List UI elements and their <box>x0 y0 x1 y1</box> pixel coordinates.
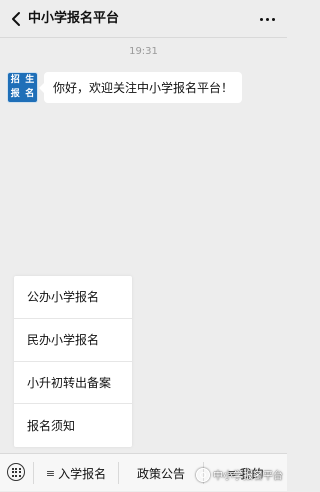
more-dots-icon[interactable] <box>255 6 279 32</box>
message-bubble[interactable]: 你好，欢迎关注中小学报名平台！ <box>38 72 243 103</box>
chat-title: 中小学报名平台 <box>28 11 120 26</box>
avatar-char: 生 <box>25 74 35 85</box>
chat-header: 中小学报名平台 <box>0 0 287 38</box>
submenu-item-enrollment-notice[interactable]: 报名须知 <box>14 404 132 447</box>
submenu-popup: 公办小学报名 民办小学报名 小升初转出备案 报名须知 <box>14 276 132 447</box>
message-timestamp: 19:31 <box>129 46 158 57</box>
submenu-item-private-primary[interactable]: 民办小学报名 <box>14 319 132 362</box>
submenu-item-transfer-record[interactable]: 小升初转出备案 <box>14 362 132 405</box>
menu-policy-button[interactable]: 政策公告 <box>119 454 203 492</box>
keyboard-icon[interactable] <box>4 460 28 484</box>
menu-enrollment-label: 入学报名 <box>58 466 107 481</box>
avatar[interactable]: 招 生 报 名 <box>7 72 38 103</box>
menu-policy-label: 政策公告 <box>136 466 185 481</box>
avatar-char: 报 <box>10 89 20 100</box>
watermark: 中小学报名平台 <box>196 467 283 482</box>
back-arrow-icon[interactable] <box>6 6 26 32</box>
avatar-char: 名 <box>25 89 35 100</box>
menu-enrollment-button[interactable]: ≡ 入学报名 <box>34 454 118 492</box>
avatar-char: 招 <box>10 74 20 85</box>
submenu-item-public-primary[interactable]: 公办小学报名 <box>14 276 132 319</box>
menu-lines-icon: ≡ <box>45 466 56 480</box>
watermark-logo-icon <box>196 467 210 482</box>
watermark-text: 中小学报名平台 <box>213 471 283 482</box>
bottom-menu-bar: ≡ 入学报名 政策公告 ≡ 我的 中小学报名平台 <box>0 453 287 491</box>
